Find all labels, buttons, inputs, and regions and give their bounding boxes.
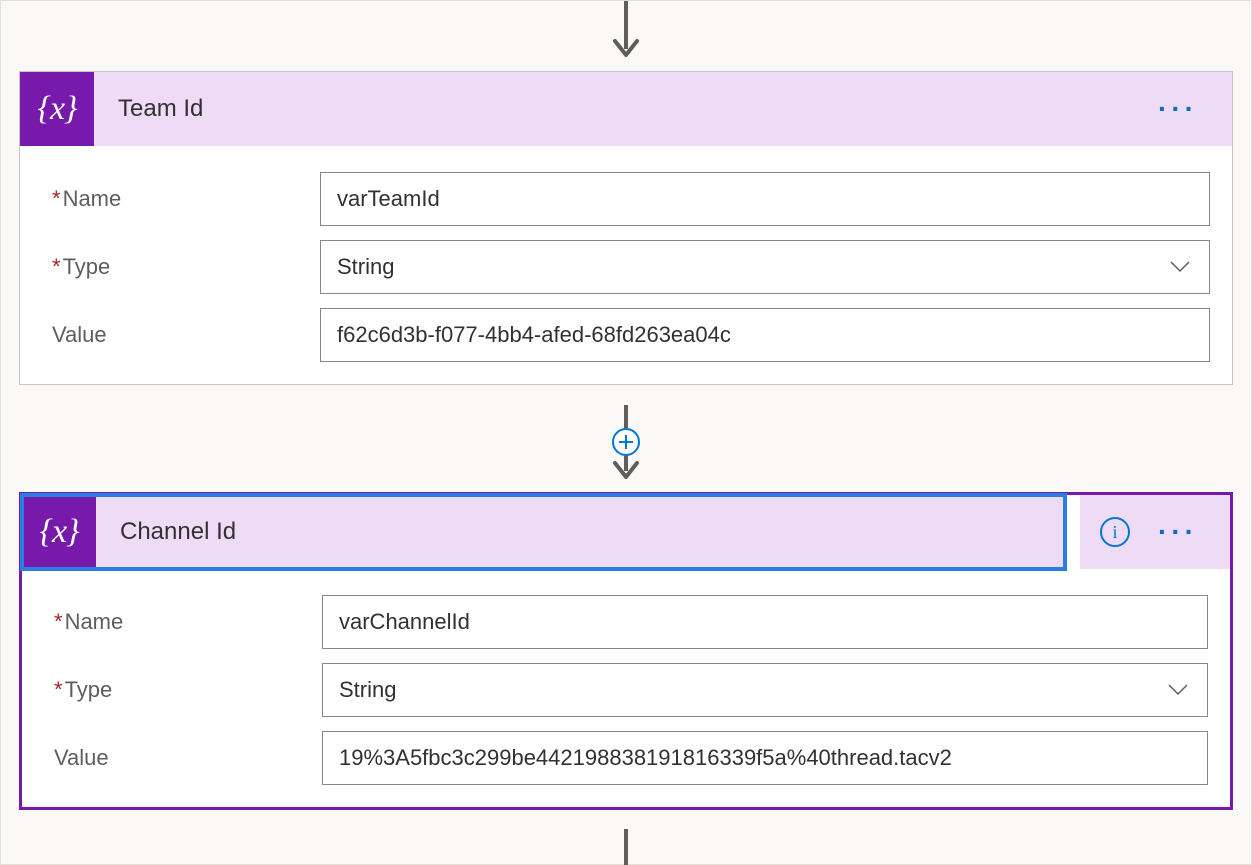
label-name: *Name xyxy=(44,609,322,635)
label-type: *Type xyxy=(42,254,320,280)
label-type: *Type xyxy=(44,677,322,703)
info-icon[interactable]: i xyxy=(1100,517,1130,547)
more-menu-button[interactable]: ··· xyxy=(1158,526,1198,537)
type-select[interactable]: String xyxy=(320,240,1210,294)
chevron-down-icon xyxy=(1167,254,1193,280)
flow-arrow-top xyxy=(611,1,641,63)
arrow-down-icon xyxy=(611,1,641,63)
name-input[interactable]: varTeamId xyxy=(320,172,1210,226)
field-row-type: *Type String xyxy=(42,240,1210,294)
field-row-name: *Name varChannelId xyxy=(44,595,1208,649)
card-title-channel-id: Channel Id xyxy=(120,518,1065,546)
action-card-team-id: {x} Team Id ··· *Name varTeamId *Type St… xyxy=(19,71,1233,385)
flow-designer-canvas: {x} Team Id ··· *Name varTeamId *Type St… xyxy=(0,0,1252,865)
label-value: Value xyxy=(44,745,322,771)
field-row-type: *Type String xyxy=(44,663,1208,717)
value-input[interactable]: 19%3A5fbc3c299be442198838191816339f5a%40… xyxy=(322,731,1208,785)
card-title-team-id: Team Id xyxy=(118,95,1158,123)
variable-icon: {x} xyxy=(22,495,96,569)
name-input[interactable]: varChannelId xyxy=(322,595,1208,649)
variable-icon: {x} xyxy=(20,72,94,146)
card-header-team-id[interactable]: {x} Team Id ··· xyxy=(20,72,1232,146)
flow-connector-bottom xyxy=(611,829,641,865)
field-row-value: Value 19%3A5fbc3c299be442198838191816339… xyxy=(44,731,1208,785)
value-input[interactable]: f62c6d3b-f077-4bb4-afed-68fd263ea04c xyxy=(320,308,1210,362)
field-row-name: *Name varTeamId xyxy=(42,172,1210,226)
chevron-down-icon xyxy=(1165,677,1191,703)
variable-glyph: {x} xyxy=(37,90,76,128)
label-name: *Name xyxy=(42,186,320,212)
field-row-value: Value f62c6d3b-f077-4bb4-afed-68fd263ea0… xyxy=(42,308,1210,362)
plus-icon xyxy=(618,434,634,450)
card-header-actions: ··· xyxy=(1158,103,1232,114)
card-header-channel-id[interactable]: {x} Channel Id xyxy=(22,495,1065,569)
card-body-channel-id: *Name varChannelId *Type String Value 19… xyxy=(22,569,1230,807)
type-select[interactable]: String xyxy=(322,663,1208,717)
variable-glyph: {x} xyxy=(39,513,78,551)
arrow-down-icon xyxy=(611,829,641,865)
add-step-button[interactable] xyxy=(612,428,640,456)
label-value: Value xyxy=(42,322,320,348)
card-header-actions: i ··· xyxy=(1080,495,1230,569)
card-body-team-id: *Name varTeamId *Type String Value f62c6… xyxy=(20,146,1232,384)
action-card-channel-id: {x} Channel Id i ··· *Name varChannelId … xyxy=(19,492,1233,810)
more-menu-button[interactable]: ··· xyxy=(1158,103,1198,114)
